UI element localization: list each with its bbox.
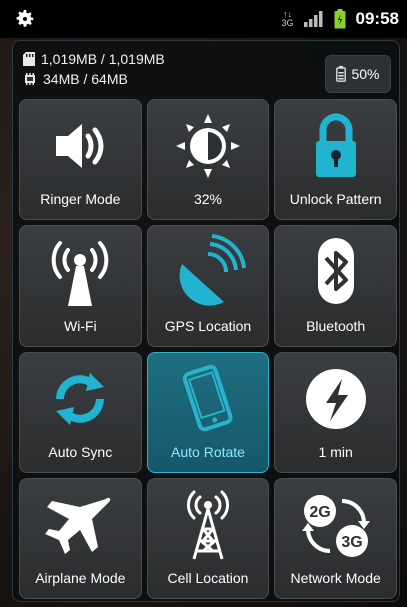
battery-percent: 50% — [351, 66, 380, 82]
wifi-icon — [52, 241, 109, 307]
storage-value: 1,019MB / 1,019MB — [41, 51, 165, 67]
network-3g-badge: 3G — [341, 534, 362, 551]
tile-label: Unlock Pattern — [289, 191, 382, 208]
battery-button[interactable]: 50% — [325, 55, 391, 93]
phone-screen: ↑↓ 3G 09:58 1,019MB / 1,019MB 34MB / 64M… — [0, 0, 407, 607]
system-info: 1,019MB / 1,019MB 34MB / 64MB 50% — [23, 49, 391, 101]
tile-label: Auto Rotate — [171, 443, 245, 460]
network-mode-icon: 2G 3G — [301, 494, 370, 557]
tile-label: Bluetooth — [306, 317, 366, 334]
tile-label: Auto Sync — [48, 443, 113, 460]
sync-icon — [56, 372, 105, 425]
memory-chip-icon — [25, 73, 35, 85]
battery-icon — [336, 66, 347, 82]
network-mode-toggle[interactable]: 2G 3G Network Mode — [274, 477, 397, 599]
bluetooth-toggle[interactable]: Bluetooth — [274, 225, 397, 347]
network-2g-badge: 2G — [309, 504, 330, 521]
status-bar: ↑↓ 3G 09:58 — [0, 0, 407, 38]
cell-location-toggle[interactable]: Cell Location — [146, 477, 270, 599]
auto-rotate-toggle[interactable]: Auto Rotate — [146, 351, 270, 473]
tile-label: Airplane Mode — [35, 570, 126, 586]
unlock-pattern-toggle[interactable]: Unlock Pattern — [274, 99, 397, 221]
settings-gear-icon[interactable] — [14, 8, 36, 30]
cell-tower-icon — [187, 490, 229, 560]
network-type-indicator: ↑↓ 3G — [281, 9, 294, 28]
auto-sync-toggle[interactable]: Auto Sync — [19, 351, 142, 473]
brightness-icon — [175, 114, 240, 178]
rotate-phone-icon — [182, 364, 233, 431]
tile-label: Network Mode — [290, 570, 381, 586]
lock-icon — [315, 113, 356, 177]
ringer-mode-toggle[interactable]: Ringer Mode — [19, 99, 142, 221]
tile-label: Ringer Mode — [40, 191, 121, 208]
signal-strength-icon — [303, 11, 323, 27]
tile-label: 32% — [193, 191, 222, 208]
tile-label: 1 min — [318, 443, 353, 460]
timeout-icon — [305, 368, 366, 429]
satellite-dish-icon — [179, 234, 246, 306]
power-control-panel: 1,019MB / 1,019MB 34MB / 64MB 50% Ringer… — [12, 40, 400, 602]
wifi-toggle[interactable]: Wi-Fi — [19, 225, 142, 347]
clock: 09:58 — [355, 9, 399, 28]
screen-timeout-toggle[interactable]: 1 min — [274, 351, 397, 473]
sd-card-icon — [23, 52, 35, 66]
toggle-grid: Ringer Mode 32% Unlock Pattern Wi-Fi GPS… — [19, 99, 397, 599]
airplane-mode-toggle[interactable]: Airplane Mode — [19, 477, 142, 599]
brightness-toggle[interactable]: 32% — [146, 99, 270, 221]
tile-label: Wi-Fi — [64, 317, 97, 334]
memory-value: 34MB / 64MB — [43, 71, 128, 87]
bluetooth-icon — [317, 238, 354, 305]
airplane-icon — [45, 497, 111, 554]
gps-location-toggle[interactable]: GPS Location — [146, 225, 270, 347]
battery-charging-icon — [334, 9, 346, 29]
speaker-icon — [56, 124, 104, 168]
tile-label: Cell Location — [167, 570, 249, 586]
tile-label: GPS Location — [164, 317, 252, 334]
